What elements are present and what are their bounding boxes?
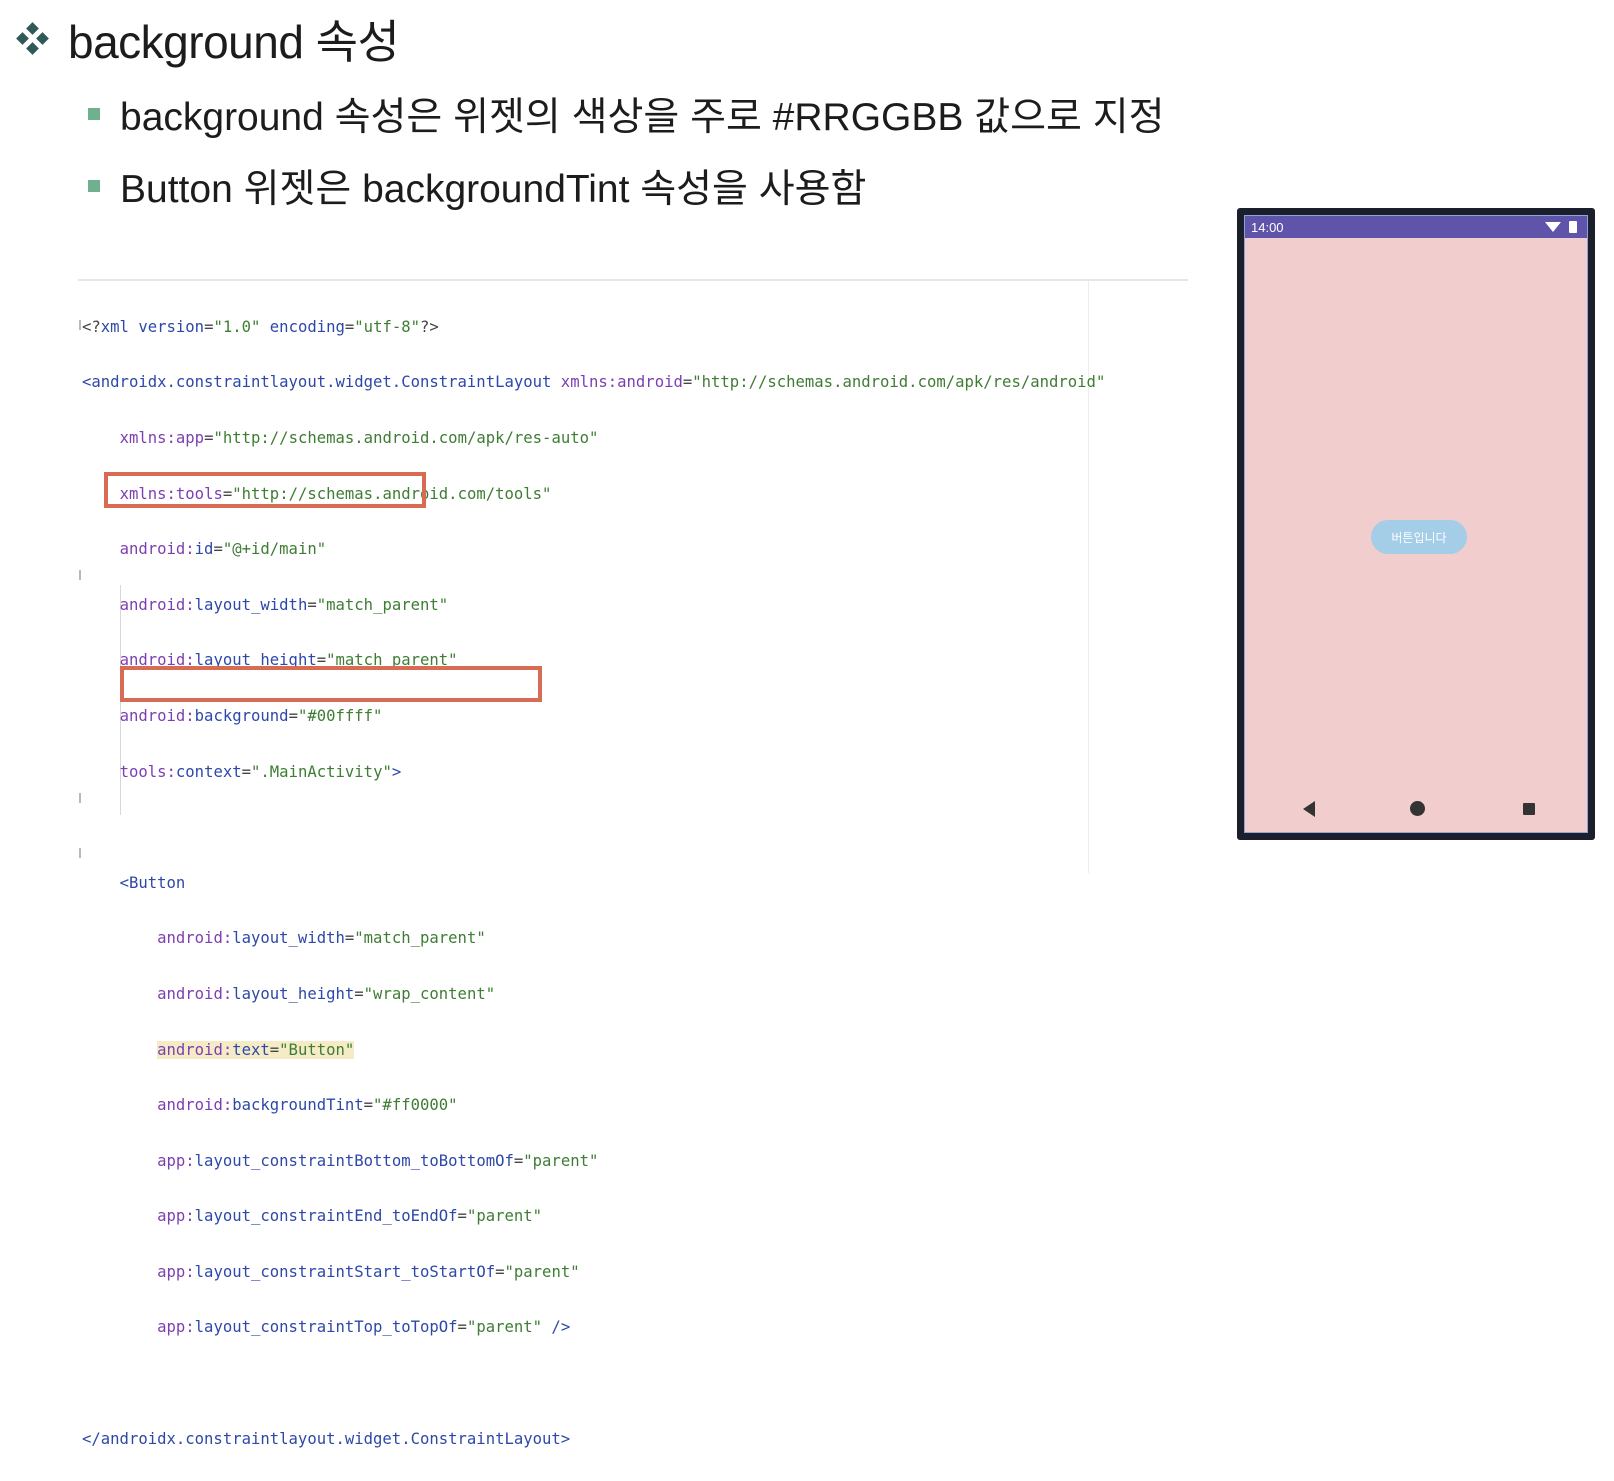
square-bullet-icon	[88, 108, 100, 120]
bullet-text: background 속성은 위젯의 색상을 주로 #RRGGBB 값으로 지정	[120, 96, 1165, 139]
highlight-box-backgroundtint	[120, 666, 542, 702]
bullet-text: Button 위젯은 backgroundTint 속성을 사용함	[120, 168, 867, 211]
fold-marker	[79, 570, 81, 580]
bullet-item: Button 위젯은 backgroundTint 속성을 사용함	[88, 158, 866, 214]
page-title: background 속성	[68, 16, 400, 68]
fold-marker	[79, 793, 81, 803]
square-bullet-icon	[88, 180, 100, 192]
diamond-bullet-icon	[16, 22, 49, 55]
status-time: 14:00	[1251, 220, 1284, 235]
code-line: tools:context=".MainActivity">	[119, 762, 402, 781]
code-line: android:text="Button"	[157, 1040, 355, 1059]
code-line: </androidx.constraintlayout.widget.Const…	[82, 1429, 571, 1448]
app-button[interactable]: 버튼입니다	[1371, 520, 1467, 554]
title-row: background 속성	[16, 6, 400, 72]
code-line: android:background="#00ffff"	[119, 706, 383, 725]
code-line: <androidx.constraintlayout.widget.Constr…	[82, 373, 1106, 392]
battery-icon	[1569, 221, 1577, 233]
code-line: android:layout_width="match_parent"	[157, 929, 486, 948]
code-line: app:layout_constraintBottom_toBottomOf="…	[157, 1151, 599, 1170]
nav-home-icon[interactable]	[1410, 801, 1425, 816]
highlight-box-background	[104, 472, 426, 508]
code-line: <?xml version="1.0" encoding="utf-8"?>	[82, 317, 439, 336]
fold-marker	[79, 320, 81, 330]
code-line: app:layout_constraintStart_toStartOf="pa…	[157, 1262, 580, 1281]
nav-recent-icon[interactable]	[1523, 803, 1535, 815]
code-line: android:backgroundTint="#ff0000"	[157, 1096, 458, 1115]
code-line: xmlns:app="http://schemas.android.com/ap…	[119, 428, 599, 447]
code-line: app:layout_constraintTop_toTopOf="parent…	[157, 1318, 571, 1337]
fold-marker	[79, 848, 81, 858]
phone-screen: 14:00 버튼입니다	[1244, 215, 1588, 833]
code-line: android:id="@+id/main"	[119, 540, 327, 559]
status-bar: 14:00	[1245, 216, 1587, 238]
bullet-item: background 속성은 위젯의 색상을 주로 #RRGGBB 값으로 지정	[88, 86, 1164, 142]
code-line: android:layout_width="match_parent"	[119, 595, 449, 614]
wifi-icon	[1545, 222, 1561, 232]
phone-preview: 14:00 버튼입니다	[1237, 208, 1595, 840]
code-line: android:layout_height="wrap_content"	[157, 984, 496, 1003]
code-line: app:layout_constraintEnd_toEndOf="parent…	[157, 1207, 543, 1226]
nav-back-icon[interactable]	[1303, 801, 1315, 817]
